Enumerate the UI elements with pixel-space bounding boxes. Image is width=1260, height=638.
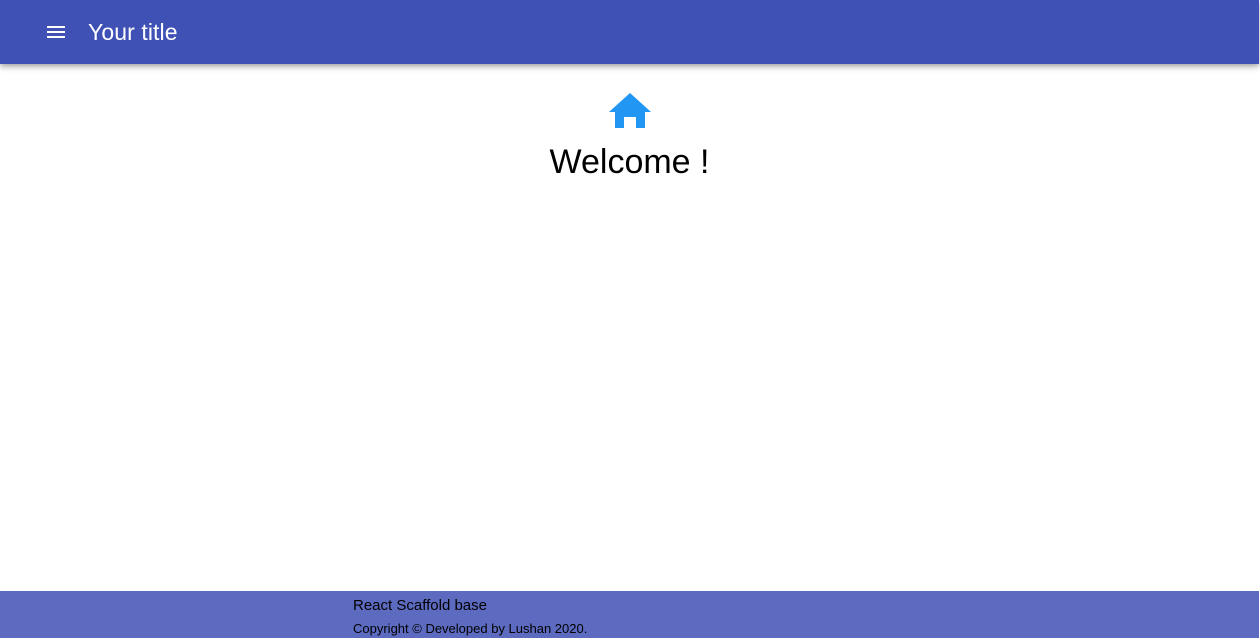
welcome-heading: Welcome ! [549, 143, 710, 181]
page: Your title Welcome ! React Scaffold base… [0, 0, 1260, 638]
menu-icon [47, 26, 65, 38]
footer-copyright: Copyright © Developed by Lushan 2020. [353, 621, 588, 636]
footer: React Scaffold base Copyright © Develope… [0, 591, 1259, 638]
main-content: Welcome ! [0, 64, 1259, 591]
menu-button[interactable] [32, 8, 80, 56]
footer-title: React Scaffold base [353, 597, 487, 614]
app-title: Your title [88, 18, 178, 45]
app-bar: Your title [0, 0, 1259, 64]
home-icon [609, 93, 651, 128]
